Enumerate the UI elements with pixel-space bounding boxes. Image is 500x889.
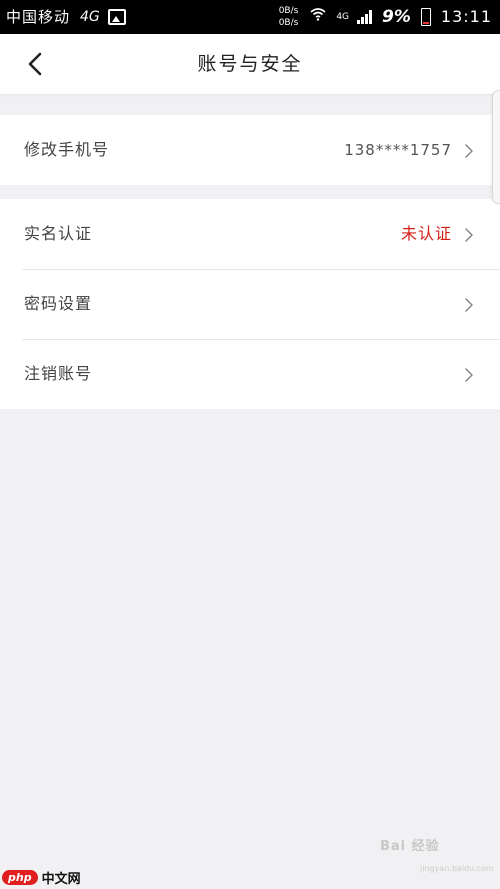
baidu-watermark-url: jingyan.baidu.com (420, 864, 494, 873)
settings-group-security: 实名认证 未认证 密码设置 注销账号 (0, 199, 500, 409)
chevron-right-icon (464, 297, 474, 312)
row-label: 实名认证 (24, 224, 93, 243)
speed-up: 0B/s (278, 6, 299, 16)
status-bar-left: 中国移动 4G (6, 0, 126, 34)
chevron-right-icon (464, 227, 474, 242)
app-header: 账号与安全 (0, 34, 500, 94)
carrier-name: 中国移动 (6, 8, 71, 26)
image-notification-icon (107, 9, 126, 25)
battery-icon (420, 8, 431, 26)
password-settings-row[interactable]: 密码设置 (0, 269, 500, 339)
baidu-watermark: Bai 经验 (380, 839, 440, 854)
real-name-verification-row[interactable]: 实名认证 未认证 (0, 199, 500, 269)
status-bar-right: 0B/s 0B/s 4G 9% 13:11 (279, 0, 492, 34)
status-bar: 中国移动 4G 0B/s 0B/s 4G 9% 13:11 (0, 0, 500, 34)
clock: 13:11 (440, 7, 492, 26)
php-logo-text: 中文网 (41, 871, 81, 887)
edge-scroll-handle[interactable] (492, 90, 500, 204)
php-logo: php (2, 869, 38, 885)
battery-percent: 9% (382, 7, 411, 27)
change-phone-row[interactable]: 修改手机号 138****1757 (0, 115, 500, 185)
chevron-right-icon (464, 367, 474, 382)
page-title: 账号与安全 (197, 53, 303, 75)
delete-account-row[interactable]: 注销账号 (0, 339, 500, 409)
php-watermark: php 中文网 (2, 866, 81, 888)
row-label: 修改手机号 (24, 140, 110, 159)
chevron-right-icon (464, 143, 474, 158)
phone-number-value: 138****1757 (344, 141, 452, 159)
network-type: 4G (80, 9, 100, 25)
row-label: 密码设置 (24, 294, 93, 313)
settings-group-phone: 修改手机号 138****1757 (0, 115, 500, 185)
network-speed: 0B/s 0B/s (279, 5, 299, 29)
verification-status: 未认证 (400, 224, 452, 243)
signal-icon (357, 10, 373, 24)
wifi-icon (310, 0, 326, 34)
row-label: 注销账号 (24, 364, 93, 383)
cell-type: 4G (336, 12, 350, 22)
speed-down: 0B/s (278, 18, 299, 28)
